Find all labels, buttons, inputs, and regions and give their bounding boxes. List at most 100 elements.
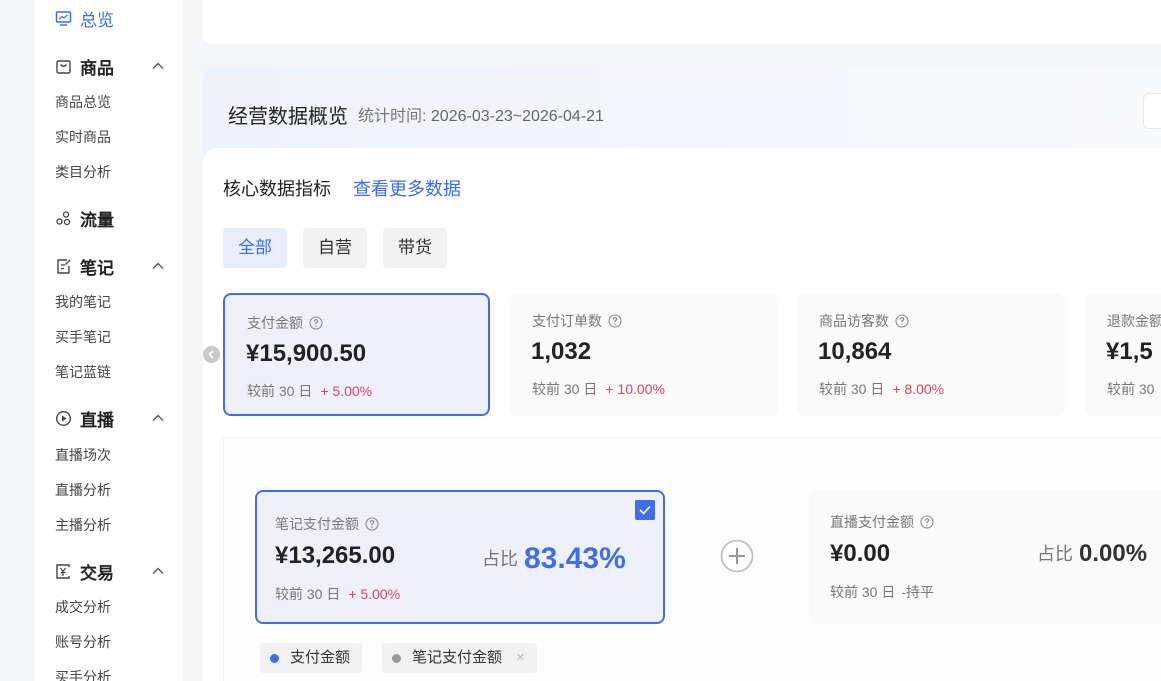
metric-value: ¥1,5 — [1106, 338, 1153, 365]
metric-compare: 较前 30 日 + 5.00% — [247, 381, 372, 401]
nav-section-label: 笔记 — [80, 258, 114, 278]
metric-compare-label: 较前 30 日 — [247, 383, 313, 399]
nav-overview[interactable]: 总览 — [55, 6, 114, 31]
ratio: 占比 0.00% — [1037, 540, 1147, 568]
metric-label-text: 直播支付金额 — [830, 514, 914, 530]
legend-dot — [270, 653, 279, 663]
metric-label-text: 笔记支付金额 — [275, 516, 359, 532]
metric-value: ¥13,265.00 — [275, 542, 396, 569]
legend-chip-note-pay[interactable]: 笔记支付金额 × — [382, 643, 537, 673]
metric-card-visitors[interactable]: 商品访客数 10,864 较前 30 日 + 8.00% — [797, 293, 1065, 416]
flow-icon — [56, 210, 71, 225]
legend-chip-pay-amount[interactable]: 支付金额 — [260, 643, 363, 673]
nav-item-note-links[interactable]: 笔记蓝链 — [55, 362, 111, 382]
metric-compare-label: 较前 30 日 — [830, 584, 896, 600]
help-icon[interactable] — [365, 517, 379, 531]
chevron-up-icon[interactable] — [151, 564, 165, 578]
nav-item-deal-analysis[interactable]: 成交分析 — [55, 597, 111, 617]
metric-card-pay-amount[interactable]: 支付金额 ¥15,900.50 较前 30 日 + 5.00% — [223, 293, 490, 416]
legend-label: 支付金额 — [290, 649, 351, 666]
nav-item-host-analysis[interactable]: 主播分析 — [55, 515, 111, 535]
metric-card-pay-orders[interactable]: 支付订单数 1,032 较前 30 日 + 10.00% — [510, 293, 778, 416]
nav-item-realtime-goods[interactable]: 实时商品 — [55, 127, 111, 147]
core-metrics-title: 核心数据指标 — [223, 179, 331, 199]
nav-item-buyer-notes[interactable]: 买手笔记 — [55, 327, 111, 347]
yen-icon — [56, 563, 70, 579]
note-icon — [57, 258, 71, 274]
help-icon[interactable] — [895, 314, 909, 328]
business-overview-panel: 经营数据概览 统计时间: 2026-03-23~2026-04-21 核心数据指… — [203, 68, 1161, 681]
nav-section-live[interactable]: 直播 — [55, 406, 165, 430]
nav-section-label: 交易 — [80, 563, 114, 583]
metric-label: 商品访客数 — [819, 311, 909, 331]
metric-change: + 8.00% — [892, 381, 945, 397]
nav-section-notes[interactable]: 笔记 — [55, 254, 165, 278]
ratio-label: 占比 — [482, 549, 518, 569]
date-picker-button[interactable] — [1143, 93, 1161, 129]
metric-value: ¥0.00 — [830, 540, 891, 567]
metric-label-text: 退款金额 — [1107, 313, 1161, 329]
metric-change: + 10.00% — [605, 381, 665, 397]
metric-compare: 较前 30 日 + 10.00% — [532, 379, 665, 399]
sub-metric-card-live-pay[interactable]: 直播支付金额 ¥0.00 占比 0.00% 较前 30 日 -持平 — [809, 490, 1161, 624]
close-icon[interactable]: × — [516, 643, 525, 673]
metric-compare: 较前 30 日 + 5.00% — [275, 584, 400, 604]
metric-compare: 较前 30 日 + 8.00% — [819, 379, 944, 399]
tab-affiliate[interactable]: 带货 — [383, 228, 447, 268]
ratio-value: 0.00% — [1079, 540, 1148, 567]
add-compare-icon[interactable] — [720, 539, 754, 573]
monitor-icon — [55, 11, 72, 26]
more-data-link[interactable]: 查看更多数据 — [353, 175, 461, 201]
metric-value: 10,864 — [818, 338, 892, 365]
breakdown-panel: 笔记支付金额 ¥13,265.00 占比 83.43% 较前 30 日 + 5.00… — [223, 437, 1161, 681]
legend-dot — [392, 653, 401, 663]
metric-value: 1,032 — [531, 338, 592, 365]
legend-label: 笔记支付金额 — [412, 649, 503, 666]
ratio-value: 83.43% — [524, 542, 626, 575]
help-icon[interactable] — [309, 316, 323, 330]
stat-time-value: 2026-03-23~2026-04-21 — [430, 108, 604, 125]
tab-all[interactable]: 全部 — [223, 228, 287, 268]
metric-compare-label: 较前 30 日 — [275, 586, 341, 602]
chevron-up-icon[interactable] — [151, 259, 165, 273]
metric-label: 笔记支付金额 — [275, 514, 379, 534]
help-icon[interactable] — [920, 515, 934, 529]
metric-compare-label: 较前 30 — [1107, 381, 1155, 397]
metric-label: 支付订单数 — [532, 311, 622, 331]
checkbox-checked-icon[interactable] — [635, 500, 655, 520]
tab-self-operated[interactable]: 自营 — [303, 228, 367, 268]
nav-section-label: 流量 — [80, 210, 114, 230]
metric-change: + 5.00% — [348, 586, 401, 602]
nav-item-account-analysis[interactable]: 账号分析 — [55, 632, 111, 652]
scroll-left-icon[interactable] — [203, 346, 220, 363]
chevron-up-icon[interactable] — [151, 59, 165, 73]
core-metrics-card: 核心数据指标 查看更多数据 全部 自营 带货 支付金额 ¥15,900.50 较… — [203, 148, 1161, 681]
page-title: 经营数据概览 — [228, 106, 348, 128]
ratio-label: 占比 — [1037, 544, 1073, 564]
bag-icon — [56, 59, 71, 74]
metric-compare: 较前 30 日 -持平 — [830, 582, 934, 602]
metric-label-text: 商品访客数 — [819, 313, 889, 329]
nav-item-goods-overview[interactable]: 商品总览 — [55, 92, 111, 112]
metric-card-refund[interactable]: 退款金额 ¥1,5 较前 30 — [1085, 293, 1161, 416]
nav-item-my-notes[interactable]: 我的笔记 — [55, 292, 111, 312]
sidebar: 总览 商品 商品总览 实时商品 类目分析 流量 笔记 我的笔记 买手笔记 笔记蓝 — [35, 0, 183, 681]
metric-label: 直播支付金额 — [830, 512, 934, 532]
nav-item-live-sessions[interactable]: 直播场次 — [55, 445, 111, 465]
stat-time-label: 统计时间: — [358, 108, 427, 125]
help-icon[interactable] — [608, 314, 622, 328]
nav-item-live-analysis[interactable]: 直播分析 — [55, 480, 111, 500]
nav-section-trade[interactable]: 交易 — [55, 559, 165, 583]
nav-section-goods[interactable]: 商品 — [55, 54, 165, 78]
nav-item-buyer-analysis[interactable]: 买手分析 — [55, 667, 111, 681]
ratio: 占比 83.43% — [482, 542, 626, 576]
play-icon — [55, 410, 72, 426]
metric-label: 退款金额 — [1107, 311, 1161, 331]
nav-item-category-analysis[interactable]: 类目分析 — [55, 162, 111, 182]
nav-section-traffic[interactable]: 流量 — [55, 206, 165, 230]
nav-overview-label: 总览 — [80, 11, 114, 30]
nav-section-label: 商品 — [80, 58, 114, 78]
nav-section-label: 直播 — [80, 410, 114, 430]
chevron-up-icon[interactable] — [151, 411, 165, 425]
sub-metric-card-note-pay[interactable]: 笔记支付金额 ¥13,265.00 占比 83.43% 较前 30 日 + 5.00… — [255, 490, 665, 624]
